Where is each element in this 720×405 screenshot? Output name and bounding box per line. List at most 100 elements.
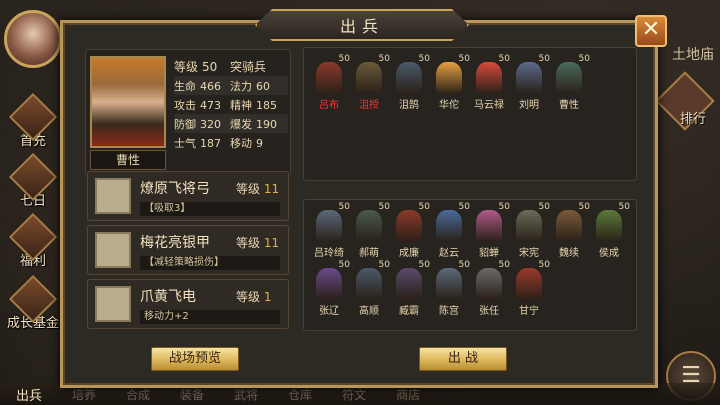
stat-label: 攻击 <box>174 98 196 112</box>
selected-units-panel: 50 吕布 50 沮授 50 沮鹄 50 华佗 50 马云禄 50 刘明 50 曹性 <box>303 47 637 181</box>
unit-sprite <box>436 268 462 300</box>
unit-sprite <box>316 210 342 242</box>
player-avatar[interactable] <box>4 10 62 68</box>
unit-sprite <box>396 62 422 94</box>
unit-name: 甘宁 <box>519 306 539 317</box>
stat-row: 防御 320 爆发 190 <box>174 114 288 133</box>
nav-first-recharge[interactable]: 首充 <box>8 92 58 149</box>
unit-sprite <box>436 62 462 94</box>
equipment-level: 等级 11 <box>236 234 279 251</box>
stat-label: 防御 <box>174 117 196 131</box>
equipment-effect: 【吸取3】 <box>140 202 280 216</box>
level-label: 等级 <box>174 59 199 74</box>
stat-value: 187 <box>200 136 221 150</box>
unit-card[interactable]: 50 甘宁 <box>508 260 550 320</box>
stat-label: 移动 <box>230 136 252 150</box>
unit-name: 侯成 <box>599 248 619 259</box>
stat-row: 等级 50 突骑兵 <box>174 56 288 76</box>
unit-sprite <box>516 268 542 300</box>
bottom-tab-shop[interactable]: 商店 <box>396 386 420 403</box>
equipment-effect: 移动力+2 <box>140 310 280 324</box>
equipment-name: 梅花亮银甲 <box>140 235 210 251</box>
nav-seven-day[interactable]: 七日 <box>8 152 58 209</box>
bottom-tab-generals[interactable]: 武将 <box>234 386 258 403</box>
equipment-name: 爪黄飞电 <box>140 289 196 305</box>
stat-label: 士气 <box>174 136 196 150</box>
hero-portrait[interactable] <box>90 56 166 148</box>
level-label: 等级 <box>236 236 261 250</box>
unit-sprite <box>476 62 502 94</box>
nav-growth-fund[interactable]: 成长基金 <box>4 274 62 331</box>
level-label: 等级 <box>236 290 261 304</box>
equipment-slot-armor[interactable]: 梅花亮银甲 等级 11 【减轻策略损伤】 <box>87 225 289 275</box>
unit-sprite <box>556 210 582 242</box>
stat-value: 185 <box>256 98 277 112</box>
nav-welfare[interactable]: 福利 <box>8 212 58 269</box>
dialog-title: 出兵 <box>339 17 384 36</box>
unit-sprite <box>356 62 382 94</box>
level-value: 11 <box>263 236 280 250</box>
deploy-dialog: 出兵 ✕ 曹性 等级 50 突骑兵 生命 466 法力 60 攻击 473 精神 185 … <box>60 9 667 388</box>
unit-level: 50 <box>578 54 590 64</box>
stat-value: 190 <box>256 117 277 131</box>
unit-sprite <box>476 268 502 300</box>
level-label: 等级 <box>236 182 261 196</box>
bow-icon <box>95 178 131 214</box>
close-icon[interactable]: ✕ <box>635 15 667 47</box>
bottom-tab-runes[interactable]: 符文 <box>342 386 366 403</box>
unit-sprite <box>316 268 342 300</box>
land-temple-label[interactable]: 土地庙 <box>672 44 714 64</box>
stat-row: 攻击 473 精神 185 <box>174 95 288 114</box>
equipment-level: 等级 11 <box>236 180 279 197</box>
unit-sprite <box>436 210 462 242</box>
bottom-tab-train[interactable]: 培养 <box>72 386 96 403</box>
stat-label: 精神 <box>230 98 252 112</box>
bottom-tab-craft[interactable]: 合成 <box>126 386 150 403</box>
hero-class: 突骑兵 <box>230 59 267 74</box>
bottom-tab-deploy[interactable]: 出兵 <box>16 385 42 404</box>
hero-info-panel: 曹性 等级 50 突骑兵 生命 466 法力 60 攻击 473 精神 185 防御 320… <box>85 49 291 177</box>
start-battle-button[interactable]: 出 战 <box>419 347 507 371</box>
unit-level: 50 <box>538 260 550 270</box>
stat-value: 466 <box>200 79 221 93</box>
armor-icon <box>95 232 131 268</box>
stat-label: 生命 <box>174 79 196 93</box>
bottom-tab-storage[interactable]: 仓库 <box>288 386 312 403</box>
reserve-units-panel: 50 吕玲绮 50 郝萌 50 成廉 50 赵云 50 貂蝉 50 宋宪 50 魏续 50 侯成 50 张辽 50 高… <box>303 199 637 331</box>
stat-value: 60 <box>256 79 270 93</box>
unit-sprite <box>356 268 382 300</box>
unit-card[interactable]: 50 侯成 <box>588 202 630 262</box>
unit-sprite <box>516 62 542 94</box>
bottom-tab-equip[interactable]: 装备 <box>180 386 204 403</box>
equipment-name: 燎原飞将弓 <box>140 181 210 197</box>
unit-sprite <box>476 210 502 242</box>
unit-sprite <box>396 210 422 242</box>
hero-name: 曹性 <box>90 150 166 170</box>
unit-sprite <box>356 210 382 242</box>
equipment-slot-mount[interactable]: 爪黄飞电 等级 1 移动力+2 <box>87 279 289 329</box>
unit-level: 50 <box>618 202 630 212</box>
equipment-effect: 【减轻策略损伤】 <box>140 256 280 270</box>
stat-value: 473 <box>200 98 221 112</box>
stat-value: 9 <box>256 136 263 150</box>
battle-preview-button[interactable]: 战场预览 <box>151 347 239 371</box>
stat-label: 法力 <box>230 79 252 93</box>
dialog-title-plate: 出兵 <box>255 9 469 41</box>
hero-stats: 等级 50 突骑兵 生命 466 法力 60 攻击 473 精神 185 防御 320 爆发… <box>174 56 288 152</box>
unit-card[interactable]: 50 曹性 <box>548 54 590 114</box>
unit-sprite <box>316 62 342 94</box>
unit-sprite <box>556 62 582 94</box>
stat-value: 320 <box>200 117 221 131</box>
stat-row: 士气 187 移动 9 <box>174 133 288 152</box>
level-value: 1 <box>263 290 272 304</box>
stat-row: 生命 466 法力 60 <box>174 76 288 95</box>
equipment-slot-weapon[interactable]: 燎原飞将弓 等级 11 【吸取3】 <box>87 171 289 221</box>
stat-label: 爆发 <box>230 117 252 131</box>
equipment-level: 等级 1 <box>236 288 271 305</box>
unit-name: 曹性 <box>559 100 579 111</box>
level-value: 50 <box>202 59 218 74</box>
ranking-label[interactable]: 排行 <box>680 108 706 127</box>
unit-sprite <box>396 268 422 300</box>
level-value: 11 <box>263 182 280 196</box>
unit-sprite <box>596 210 622 242</box>
